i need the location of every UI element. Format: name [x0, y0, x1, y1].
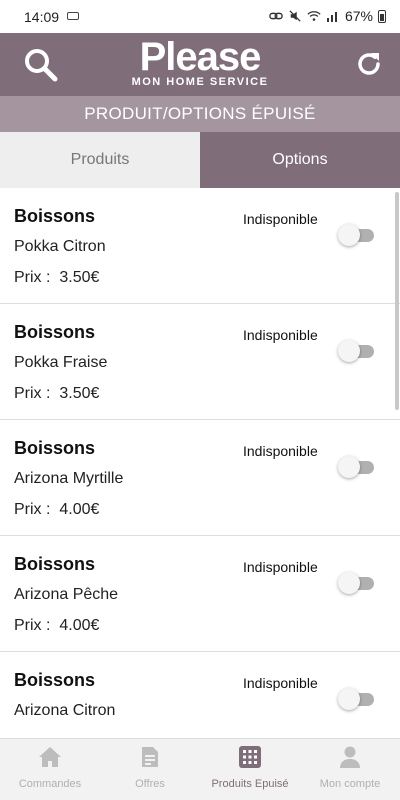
availability-label: Indisponible	[243, 443, 318, 459]
nav-produits-epuise[interactable]: Produits Epuisé	[200, 739, 300, 795]
tab-produits[interactable]: Produits	[0, 132, 200, 188]
list-item: Boissons Arizona Citron Indisponible	[0, 652, 400, 738]
status-time: 14:09	[24, 9, 60, 25]
item-category: Boissons	[14, 670, 96, 690]
list-item: Boissons Arizona Pêche Prix : 4.00€ Indi…	[0, 536, 400, 652]
list-item: Boissons Pokka Citron Prix : 3.50€ Indis…	[0, 188, 400, 304]
link-icon	[269, 12, 283, 20]
battery-icon	[378, 9, 386, 23]
nav-label: Mon compte	[319, 778, 381, 790]
price-label: Prix :	[14, 269, 51, 286]
refresh-button[interactable]	[354, 49, 384, 79]
item-price: Prix : 4.00€	[14, 617, 99, 635]
toggle-thumb	[338, 688, 360, 710]
availability-label: Indisponible	[243, 559, 318, 575]
nav-offres[interactable]: Offres	[100, 739, 200, 795]
home-icon	[39, 747, 61, 767]
grid-icon	[239, 746, 261, 768]
toggle-thumb	[338, 572, 360, 594]
item-price: Prix : 3.50€	[14, 269, 99, 287]
item-name: Arizona Pêche	[14, 586, 119, 603]
nav-label: Produits Epuisé	[211, 778, 289, 790]
nav-commandes[interactable]: Commandes	[0, 739, 100, 795]
notification-icon	[67, 12, 79, 20]
item-name: Arizona Citron	[14, 702, 116, 719]
price-value: 4.00€	[59, 617, 100, 634]
item-category: Boissons	[14, 438, 96, 458]
item-category: Boissons	[14, 322, 96, 342]
price-label: Prix :	[14, 617, 51, 634]
price-value: 3.50€	[59, 385, 100, 402]
bottom-navigation: Commandes Offres Produits Epuisé Mon com…	[0, 738, 400, 794]
availability-toggle[interactable]	[338, 455, 376, 479]
options-list[interactable]: Boissons Pokka Citron Prix : 3.50€ Indis…	[0, 188, 400, 738]
availability-label: Indisponible	[243, 327, 318, 343]
nav-mon-compte[interactable]: Mon compte	[300, 739, 400, 795]
scrollbar[interactable]	[395, 192, 399, 410]
availability-toggle[interactable]	[338, 339, 376, 363]
brand-logo: Please	[139, 35, 262, 79]
gesture-bar	[0, 794, 400, 800]
price-value: 3.50€	[59, 269, 100, 286]
nav-label: Commandes	[18, 778, 82, 790]
document-icon	[142, 747, 158, 767]
list-item: Boissons Pokka Fraise Prix : 3.50€ Indis…	[0, 304, 400, 420]
toggle-thumb	[338, 224, 360, 246]
item-name: Arizona Myrtille	[14, 470, 124, 487]
battery-level: 67%	[344, 8, 373, 24]
price-label: Prix :	[14, 501, 51, 518]
availability-toggle[interactable]	[338, 223, 376, 247]
price-label: Prix :	[14, 385, 51, 402]
item-name: Pokka Fraise	[14, 354, 108, 371]
toggle-thumb	[338, 456, 360, 478]
availability-label: Indisponible	[243, 675, 318, 691]
brand-tagline: MON HOME SERVICE	[131, 76, 269, 88]
list-item: Boissons Arizona Myrtille Prix : 4.00€ I…	[0, 420, 400, 536]
item-price: Prix : 4.00€	[14, 501, 99, 519]
status-bar: 14:09 67%	[0, 0, 400, 33]
status-icons: 67%	[269, 8, 386, 24]
availability-toggle[interactable]	[338, 571, 376, 595]
tab-options[interactable]: Options	[200, 132, 400, 188]
item-price: Prix : 3.50€	[14, 385, 99, 403]
availability-label: Indisponible	[243, 211, 318, 227]
item-name: Pokka Citron	[14, 238, 106, 255]
availability-toggle[interactable]	[338, 687, 376, 711]
mute-icon	[289, 10, 301, 22]
wifi-icon	[307, 11, 321, 21]
item-category: Boissons	[14, 554, 96, 574]
tab-bar: Produits Options	[0, 132, 400, 188]
price-value: 4.00€	[59, 501, 100, 518]
nav-label: Offres	[135, 778, 165, 790]
item-category: Boissons	[14, 206, 96, 226]
app-screen: 14:09 67% Please MON HOME SERVICE PRODUI…	[0, 0, 400, 800]
page-title: PRODUIT/OPTIONS ÉPUISÉ	[0, 96, 400, 132]
app-header: Please MON HOME SERVICE	[0, 33, 400, 96]
person-icon	[340, 746, 360, 768]
signal-icon	[326, 12, 337, 22]
toggle-thumb	[338, 340, 360, 362]
refresh-icon	[358, 53, 380, 75]
